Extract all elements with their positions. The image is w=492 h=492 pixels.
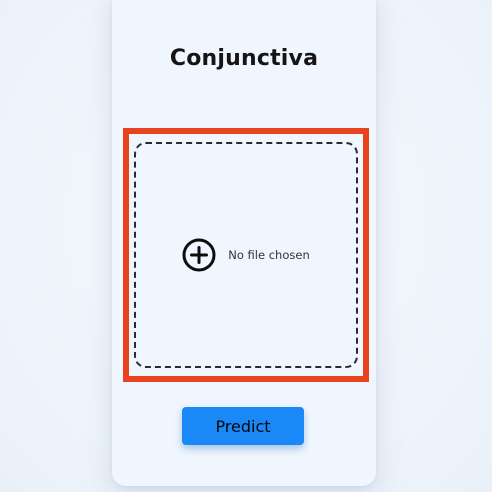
upload-content: No file chosen [182,238,310,272]
file-upload-dropzone[interactable]: No file chosen [134,142,358,368]
page-background: Conjunctiva No file chosen Predict [0,0,492,492]
plus-circle-icon[interactable] [182,238,216,272]
file-status-label: No file chosen [228,248,310,262]
predict-button[interactable]: Predict [182,407,304,445]
page-title: Conjunctiva [169,46,319,71]
